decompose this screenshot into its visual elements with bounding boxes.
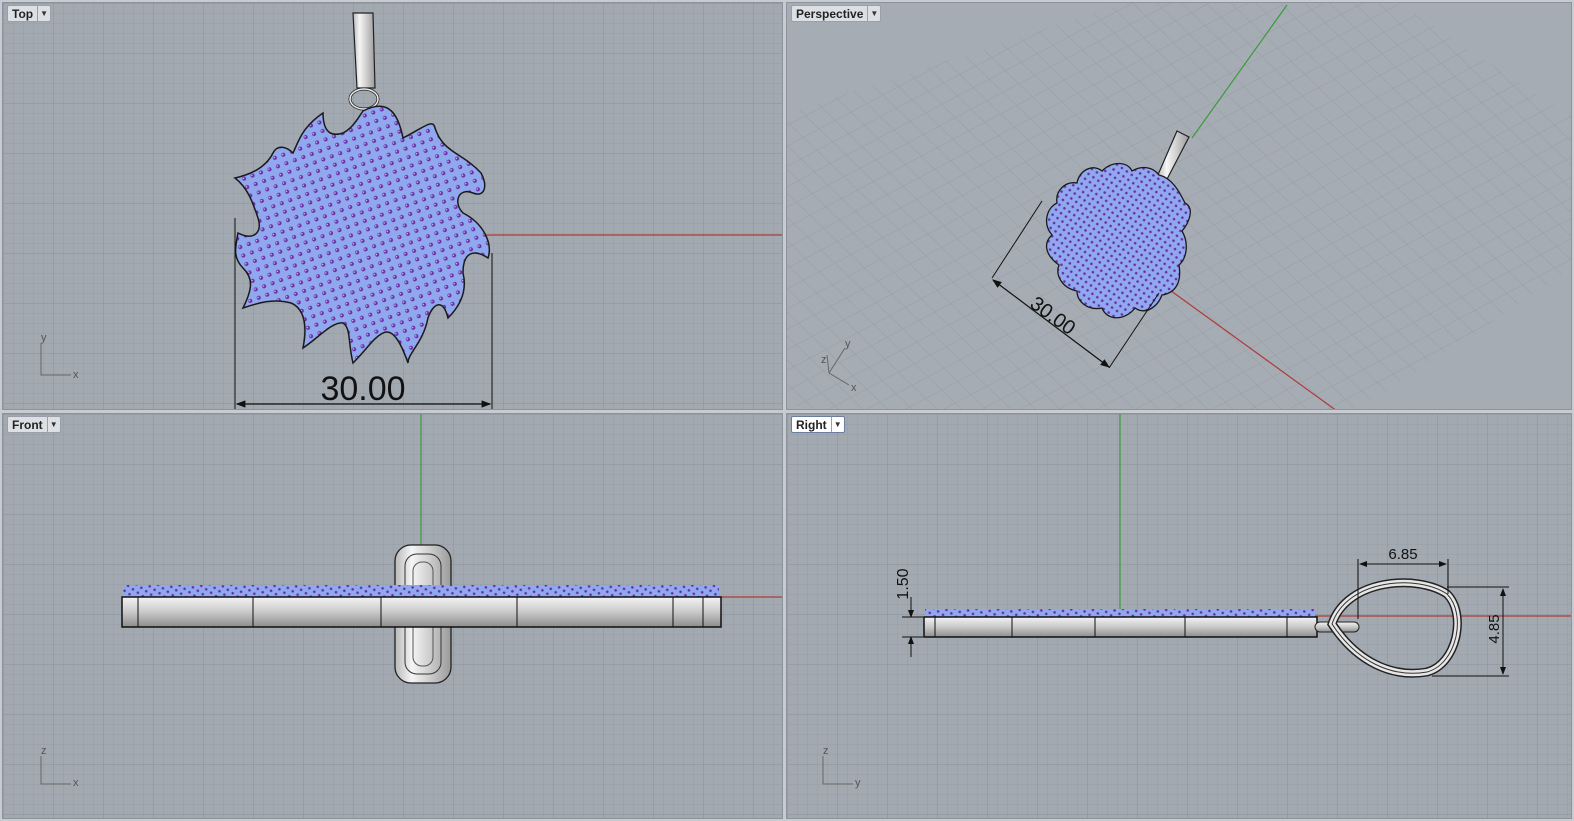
viewport-tab-front[interactable]: Front ▼ bbox=[7, 416, 61, 433]
front-scene[interactable]: z x bbox=[3, 414, 783, 819]
axis-label-x: x bbox=[851, 382, 857, 394]
stones-right bbox=[925, 609, 1315, 617]
dimension-label-top: 30.00 bbox=[320, 370, 405, 408]
right-scene[interactable]: 1.50 6.85 4.85 z y bbox=[787, 414, 1572, 819]
axis-label-y: y bbox=[845, 338, 851, 350]
chevron-down-icon[interactable]: ▼ bbox=[37, 6, 50, 21]
viewport-front[interactable]: z x Front ▼ bbox=[2, 413, 783, 819]
viewport-tab-perspective[interactable]: Perspective ▼ bbox=[791, 5, 882, 22]
chevron-down-icon[interactable]: ▼ bbox=[46, 417, 60, 432]
stones-front bbox=[123, 585, 719, 597]
dimension-label-loop-width: 6.85 bbox=[1388, 546, 1417, 563]
dimension-label-loop-height: 4.85 bbox=[1486, 614, 1503, 643]
viewport-tab-label: Right bbox=[796, 417, 827, 432]
axis-label-v: z bbox=[823, 745, 829, 757]
axis-label-z: z bbox=[821, 354, 827, 366]
pendant-body-front bbox=[121, 596, 722, 628]
axis-label-h: y bbox=[855, 777, 861, 789]
viewport-tab-label: Top bbox=[12, 6, 34, 21]
viewport-tab-right[interactable]: Right ▼ bbox=[791, 416, 845, 433]
viewport-top[interactable]: 30.00 y x Top ▼ bbox=[2, 2, 783, 410]
pendant-body-right bbox=[923, 616, 1318, 638]
chevron-down-icon[interactable]: ▼ bbox=[830, 417, 844, 432]
perspective-scene[interactable]: 30.00 y x z bbox=[787, 3, 1572, 410]
dimension-label-thickness: 1.50 bbox=[895, 568, 912, 599]
chevron-down-icon[interactable]: ▼ bbox=[867, 6, 880, 21]
viewport-perspective[interactable]: 30.00 y x z Perspective ▼ bbox=[786, 2, 1572, 410]
viewport-tab-label: Perspective bbox=[796, 6, 864, 21]
viewport-tab-top[interactable]: Top ▼ bbox=[7, 5, 52, 22]
viewport-tab-label: Front bbox=[12, 417, 43, 432]
axis-label-h: x bbox=[73, 369, 79, 381]
axis-label-h: x bbox=[73, 777, 79, 789]
top-scene[interactable]: 30.00 y x bbox=[3, 3, 783, 410]
axis-label-v: z bbox=[41, 745, 47, 757]
viewport-right[interactable]: 1.50 6.85 4.85 z y Right ▼ bbox=[786, 413, 1572, 819]
axis-label-v: y bbox=[41, 332, 47, 344]
